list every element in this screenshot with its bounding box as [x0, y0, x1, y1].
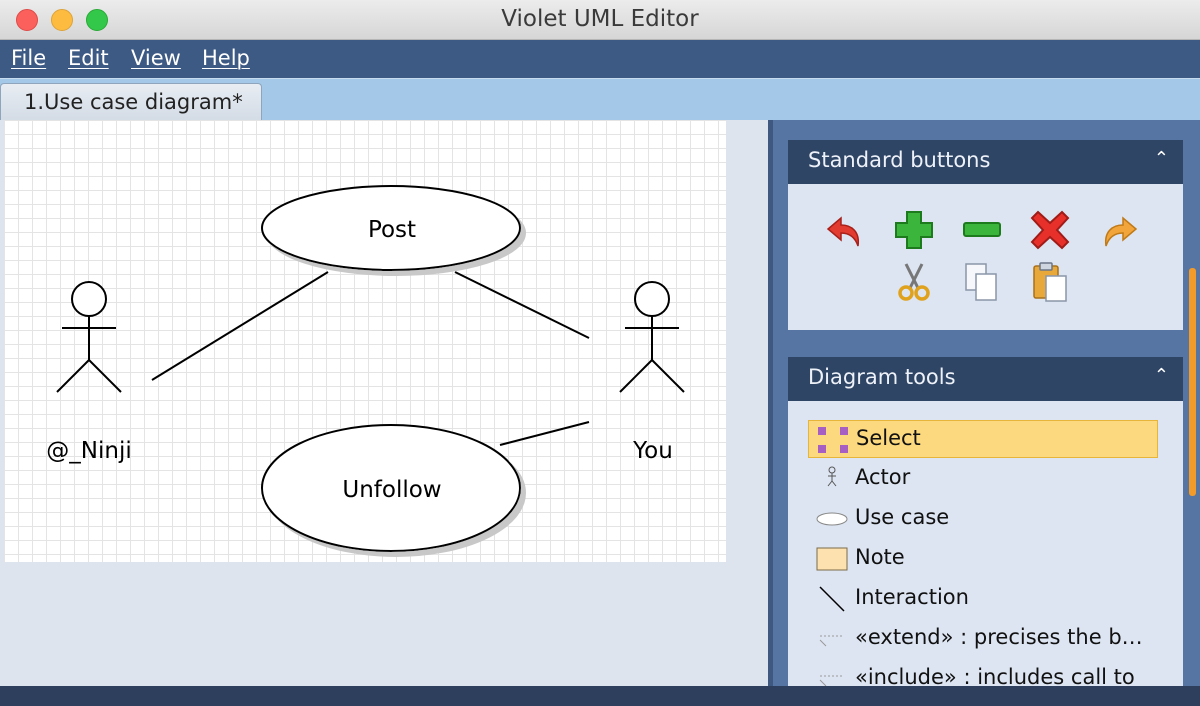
association-line[interactable]: [454, 271, 590, 339]
collapse-icon[interactable]: ⌃: [1154, 148, 1169, 169]
window-title: Violet UML Editor: [501, 6, 699, 32]
menu-bar: File Edit View Help: [0, 40, 1200, 78]
association-line[interactable]: [499, 421, 590, 446]
tab-use-case-diagram[interactable]: 1.Use case diagram*: [0, 83, 262, 121]
association-line[interactable]: [151, 271, 329, 381]
use-case-label: Unfollow: [342, 477, 441, 503]
menu-view[interactable]: View: [131, 46, 181, 70]
window-titlebar: Violet UML Editor: [0, 0, 1200, 40]
tool-select[interactable]: Select: [808, 420, 1158, 458]
standard-buttons-header[interactable]: Standard buttons ⌃: [788, 140, 1183, 184]
tool-interaction[interactable]: Interaction: [808, 580, 1158, 618]
diagram-tools-list: Select Actor Use case Note Interaction «…: [788, 401, 1183, 686]
use-case-post[interactable]: Post: [261, 185, 521, 271]
panel-title: Diagram tools: [808, 365, 956, 389]
tab-strip: 1.Use case diagram*: [0, 78, 1200, 121]
actor-ninji[interactable]: [56, 281, 122, 393]
menu-edit[interactable]: Edit: [68, 46, 109, 70]
actor-icon: [827, 466, 837, 487]
status-bar: [0, 686, 1200, 706]
standard-buttons-body: [788, 184, 1183, 330]
include-icon: [819, 675, 844, 686]
interaction-icon: [819, 586, 845, 612]
panel-title: Standard buttons: [808, 148, 991, 172]
actor-label: You: [632, 438, 673, 464]
actor-label: @_Ninji: [46, 438, 131, 464]
actor-you[interactable]: [619, 281, 685, 393]
menu-help[interactable]: Help: [202, 46, 250, 70]
add-icon[interactable]: [892, 208, 936, 252]
use-case-diagram: Post Unfollow @_Ninji You: [46, 185, 685, 552]
diagram-tools-header[interactable]: Diagram tools ⌃: [788, 357, 1183, 401]
note-icon: [816, 547, 848, 571]
redo-icon[interactable]: [1096, 208, 1140, 252]
paste-icon[interactable]: [1028, 260, 1072, 304]
cut-icon[interactable]: [892, 260, 936, 304]
remove-icon[interactable]: [960, 208, 1004, 252]
tools-scrollbar[interactable]: [1189, 268, 1196, 496]
collapse-icon[interactable]: ⌃: [1154, 365, 1169, 386]
delete-icon[interactable]: [1028, 208, 1072, 252]
tool-label: Use case: [855, 505, 950, 529]
tool-label: Note: [855, 545, 905, 569]
side-panel: Standard buttons ⌃ Diagram tools ⌃ Selec…: [773, 120, 1200, 686]
tool-label: Actor: [855, 465, 911, 489]
tool-use-case[interactable]: Use case: [808, 500, 1158, 538]
use-case-icon: [816, 512, 848, 526]
tool-label: «extend» : precises the b…: [855, 625, 1143, 649]
tool-label: Interaction: [855, 585, 969, 609]
tool-label: «include» : includes call to: [855, 665, 1135, 686]
menu-file[interactable]: File: [11, 46, 46, 70]
extend-icon: [819, 635, 844, 647]
use-case-label: Post: [368, 217, 416, 243]
tool-include[interactable]: «include» : includes call to: [808, 660, 1158, 686]
tool-label: Select: [856, 426, 921, 450]
copy-icon[interactable]: [960, 260, 1004, 304]
undo-icon[interactable]: [824, 208, 868, 252]
select-icon: [818, 427, 848, 453]
tool-actor[interactable]: Actor: [808, 460, 1158, 498]
tool-extend[interactable]: «extend» : precises the b…: [808, 620, 1158, 658]
use-case-unfollow[interactable]: Unfollow: [261, 424, 521, 552]
tool-note[interactable]: Note: [808, 540, 1158, 578]
